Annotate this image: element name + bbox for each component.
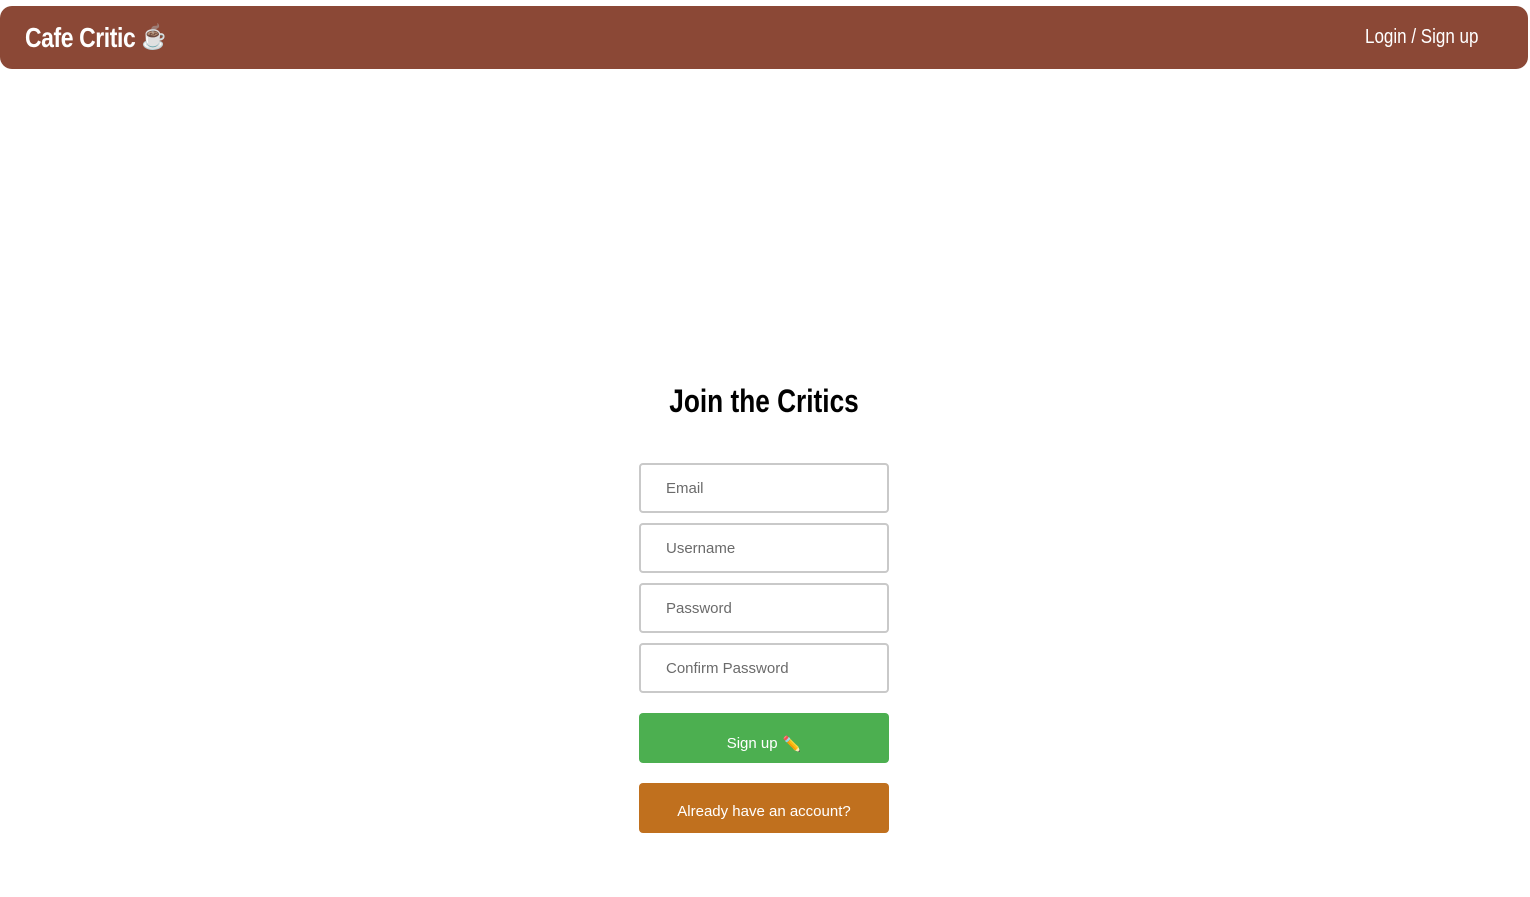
page-title: Join the Critics [669,383,859,419]
login-signup-link[interactable]: Login / Sign up [1365,26,1478,49]
username-field[interactable] [639,523,889,573]
coffee-cup-icon: ☕ [141,23,167,51]
brand-logo[interactable]: Cafe Critic ☕ [25,22,166,54]
signup-form: Join the Critics Sign up ✏️ Already have… [639,380,889,833]
signup-button[interactable]: Sign up ✏️ [639,713,889,763]
confirm-password-field[interactable] [639,643,889,693]
navbar: Cafe Critic ☕ Login / Sign up [0,6,1528,69]
brand-name[interactable]: Cafe Critic [25,22,136,54]
email-field[interactable] [639,463,889,513]
password-field[interactable] [639,583,889,633]
login-button-label: Already have an account? [677,803,851,820]
already-have-account-button[interactable]: Already have an account? [639,783,889,833]
signup-button-label: Sign up [726,735,778,752]
pencil-icon: ✏️ [782,735,802,753]
